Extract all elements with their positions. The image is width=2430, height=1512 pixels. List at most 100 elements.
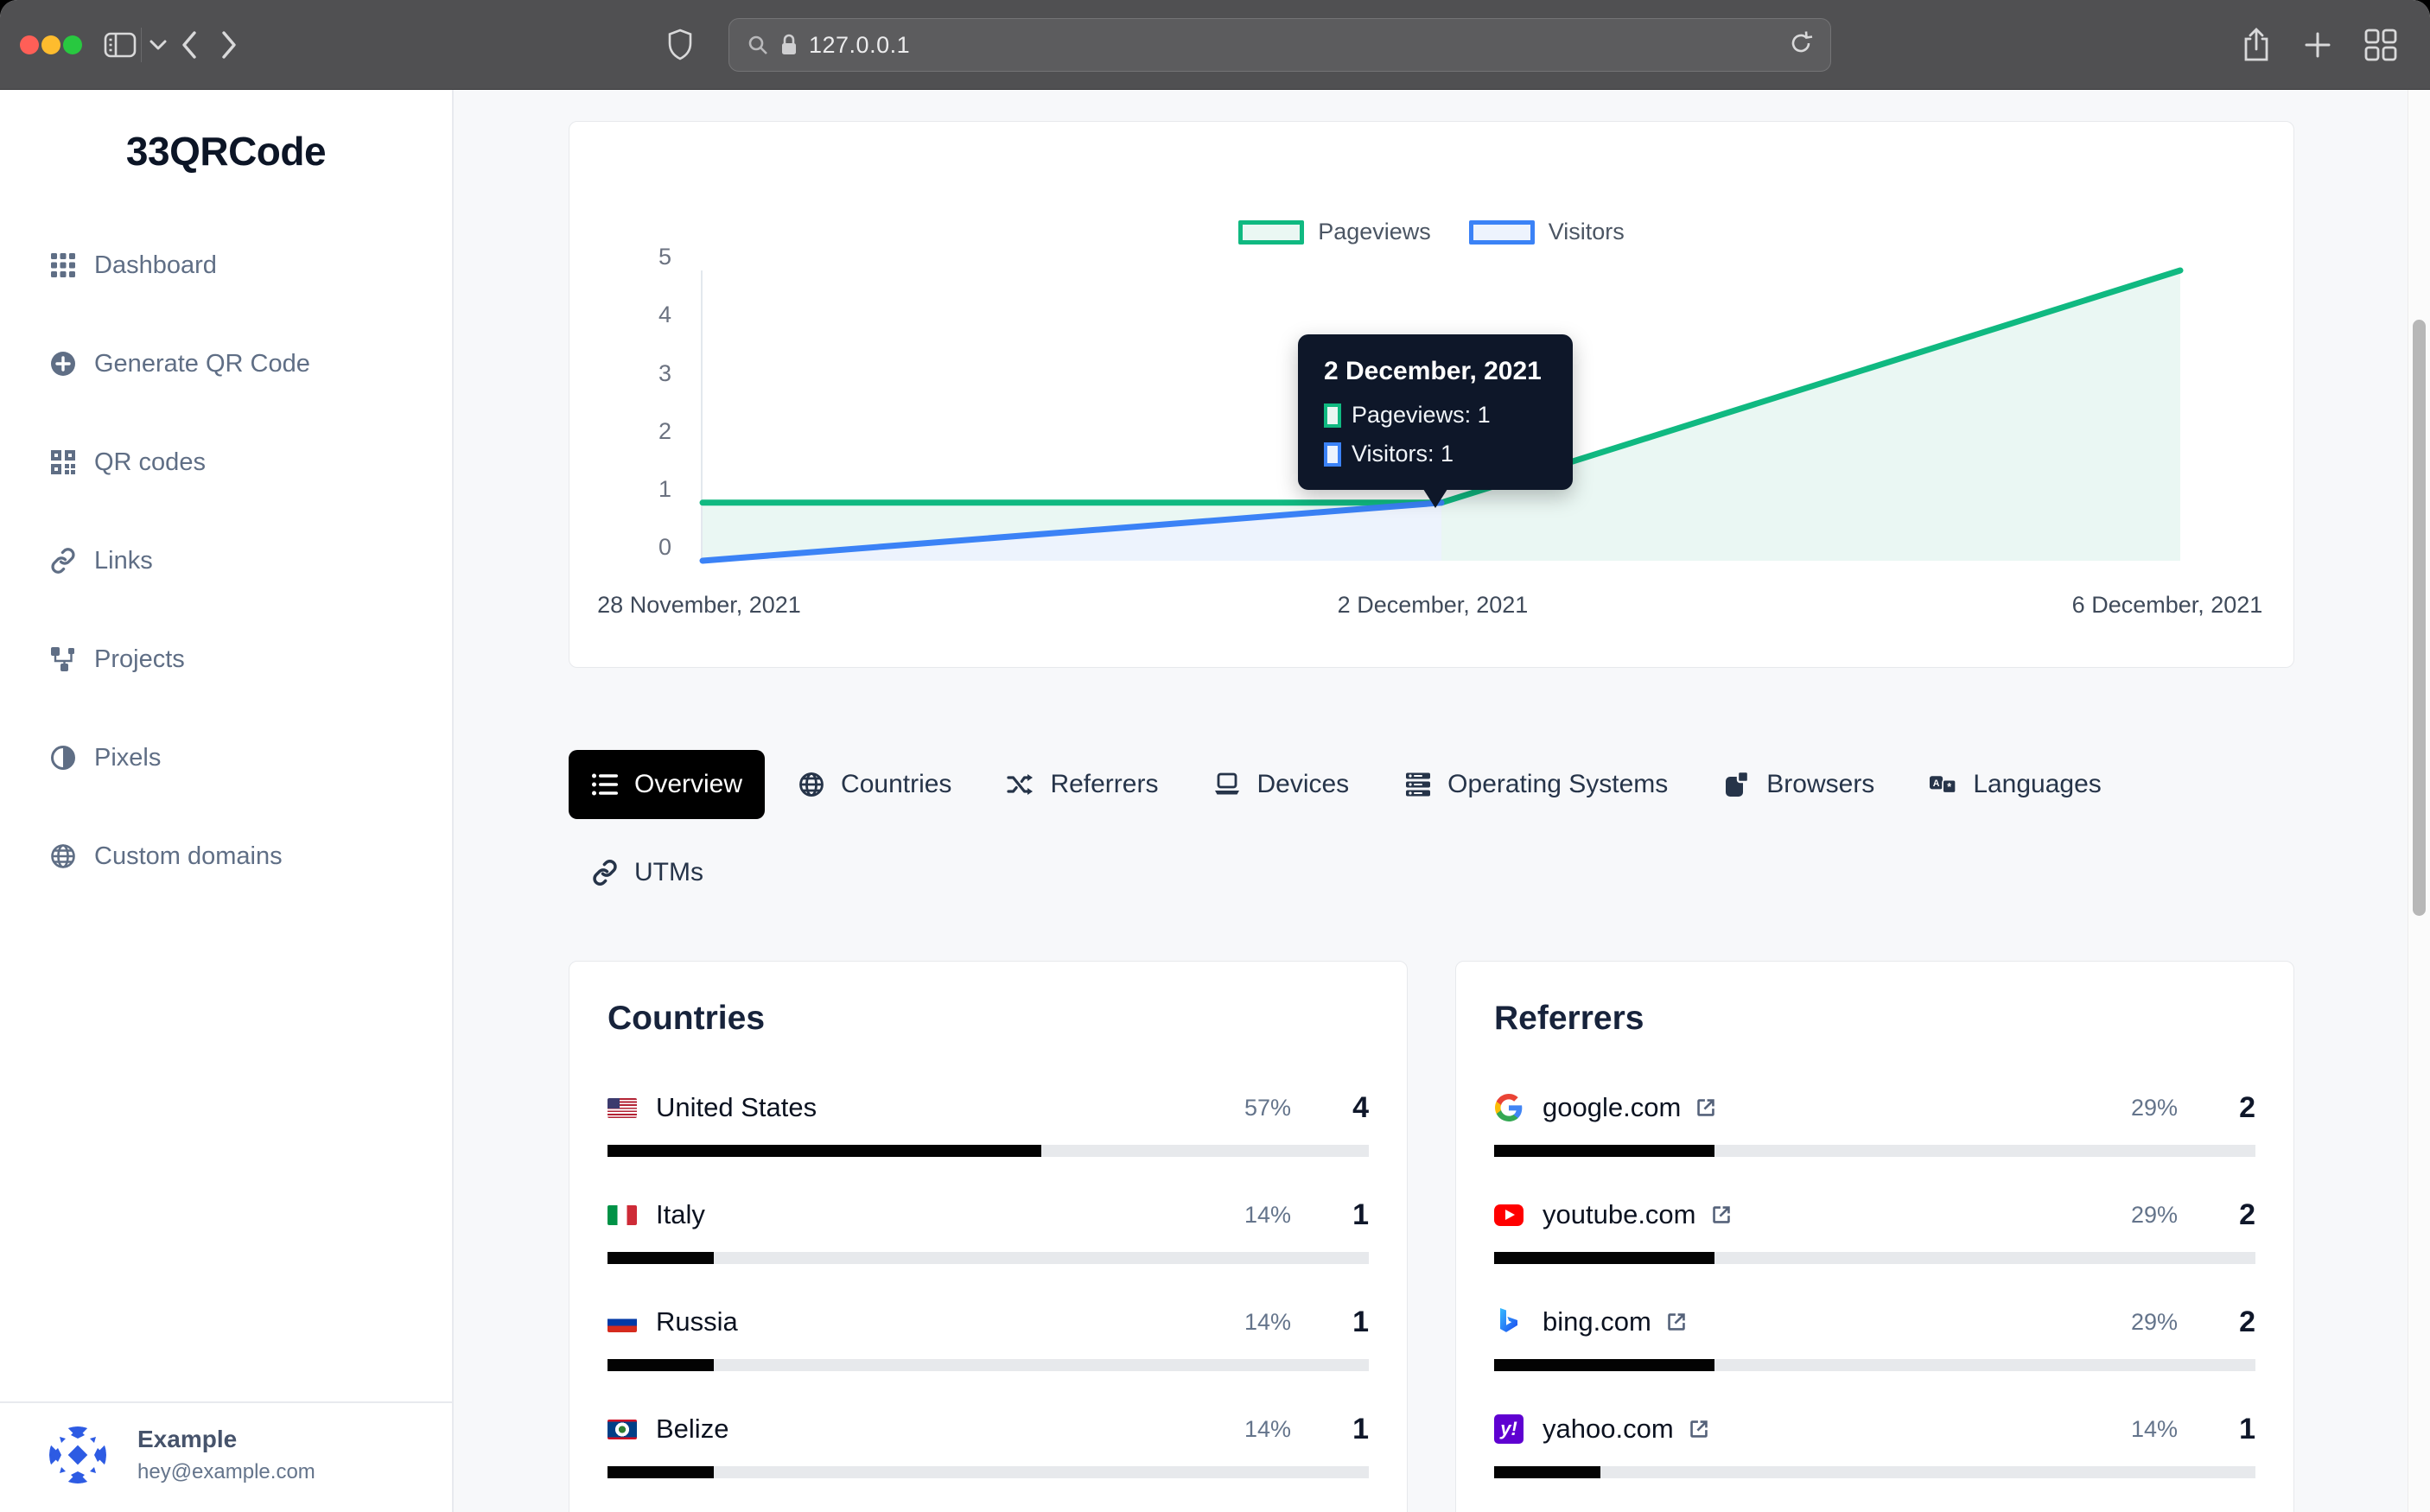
referrer-row: google.com 29% 2 xyxy=(1494,1088,2255,1157)
referrer-percent: 29% xyxy=(2131,1309,2178,1336)
sidebar-item-dashboard[interactable]: Dashboard xyxy=(0,216,452,314)
progress-fill xyxy=(608,1466,714,1478)
sidebar-item-label: Custom domains xyxy=(94,842,283,871)
minimize-window-button[interactable] xyxy=(41,35,60,54)
referrer-domain: bing.com xyxy=(1543,1306,1651,1337)
address-bar[interactable]: 127.0.0.1 xyxy=(728,18,1831,72)
referrer-row: bing.com 29% 2 xyxy=(1494,1302,2255,1371)
google-favicon xyxy=(1494,1093,1524,1122)
progress-bar xyxy=(1494,1252,2255,1264)
tab-label: Overview xyxy=(634,770,742,799)
y-axis-tick: 2 xyxy=(569,417,671,445)
referrer-count: 2 xyxy=(2212,1306,2255,1339)
pageviews-swatch xyxy=(1238,220,1304,245)
belize-flag xyxy=(608,1420,637,1439)
chevron-down-icon[interactable] xyxy=(149,0,168,90)
sidebar-item-generate-qr[interactable]: Generate QR Code xyxy=(0,314,452,413)
tab-operating-systems[interactable]: Operating Systems xyxy=(1382,750,1690,819)
url-text: 127.0.0.1 xyxy=(809,32,910,59)
link-icon xyxy=(591,859,619,886)
country-count: 4 xyxy=(1326,1091,1369,1125)
external-link-icon[interactable] xyxy=(1695,1096,1717,1119)
referrer-count: 2 xyxy=(2212,1198,2255,1232)
country-percent: 57% xyxy=(1244,1095,1291,1121)
tab-referrers[interactable]: Referrers xyxy=(984,750,1180,819)
close-window-button[interactable] xyxy=(20,35,39,54)
user-name: Example xyxy=(137,1426,315,1453)
external-link-icon[interactable] xyxy=(1665,1311,1688,1333)
youtube-favicon xyxy=(1494,1200,1524,1229)
progress-bar xyxy=(1494,1145,2255,1157)
sitemap-icon xyxy=(49,645,77,673)
country-name: Italy xyxy=(656,1199,705,1230)
tab-utms[interactable]: UTMs xyxy=(569,838,726,907)
tab-label: UTMs xyxy=(634,858,703,887)
browser-toolbar: 127.0.0.1 xyxy=(0,0,2430,90)
progress-fill xyxy=(1494,1252,1714,1264)
referrer-domain: google.com xyxy=(1543,1092,1681,1123)
progress-fill xyxy=(1494,1359,1714,1371)
visitors-swatch xyxy=(1469,220,1535,245)
dashboard-grid-icon xyxy=(49,251,77,279)
referrer-count: 1 xyxy=(2212,1413,2255,1446)
country-percent: 14% xyxy=(1244,1416,1291,1443)
tab-languages[interactable]: A * Languages xyxy=(1907,750,2123,819)
tab-label: Operating Systems xyxy=(1447,770,1668,799)
sidebar-item-qr-codes[interactable]: QR codes xyxy=(0,413,452,511)
sidebar-item-projects[interactable]: Projects xyxy=(0,610,452,708)
external-link-icon[interactable] xyxy=(1710,1204,1733,1226)
progress-bar xyxy=(608,1252,1369,1264)
progress-fill xyxy=(608,1145,1041,1157)
tab-overview-icon[interactable] xyxy=(2363,0,2399,90)
globe-icon xyxy=(798,771,825,798)
progress-bar xyxy=(608,1466,1369,1478)
app-logo: 33QRCode xyxy=(0,128,452,175)
sidebar-nav: Dashboard Generate QR Code QR codes xyxy=(0,216,452,905)
sidebar-item-pixels[interactable]: Pixels xyxy=(0,708,452,807)
translate-icon: A * xyxy=(1930,771,1957,798)
new-tab-icon[interactable] xyxy=(2302,0,2333,90)
back-icon[interactable] xyxy=(178,0,200,90)
country-row: Russia 14% 1 xyxy=(608,1302,1369,1371)
tab-label: Devices xyxy=(1256,770,1349,799)
y-axis-tick: 4 xyxy=(569,301,671,328)
sidebar-item-custom-domains[interactable]: Custom domains xyxy=(0,807,452,905)
referrer-percent: 29% xyxy=(2131,1202,2178,1229)
sidebar: 33QRCode Dashboard Generate QR Code xyxy=(0,90,454,1512)
tab-overview[interactable]: Overview xyxy=(569,750,765,819)
country-name: Belize xyxy=(656,1414,728,1445)
country-row: United States 57% 4 xyxy=(608,1088,1369,1157)
tooltip-date: 2 December, 2021 xyxy=(1324,357,1547,386)
country-name: United States xyxy=(656,1092,817,1123)
countries-card: Countries United States 57% 4 xyxy=(569,961,1408,1512)
shield-icon[interactable] xyxy=(667,0,693,90)
visitors-swatch xyxy=(1324,442,1341,467)
traffic-chart-card: Pageviews Visitors 0 1 2 3 4 5 28 Novemb… xyxy=(569,121,2294,668)
scrollbar-track[interactable] xyxy=(2408,90,2430,1512)
scrollbar-thumb[interactable] xyxy=(2413,320,2426,916)
user-menu[interactable]: Example hey@example.com xyxy=(0,1401,452,1484)
sidebar-toggle-icon[interactable] xyxy=(104,0,137,90)
x-axis-label: 28 November, 2021 xyxy=(597,592,801,619)
referrers-card: Referrers google.com xyxy=(1455,961,2294,1512)
legend-item-visitors[interactable]: Visitors xyxy=(1469,219,1625,245)
forward-icon[interactable] xyxy=(218,0,240,90)
card-title: Countries xyxy=(608,1000,1369,1038)
sidebar-item-links[interactable]: Links xyxy=(0,511,452,610)
zoom-window-button[interactable] xyxy=(63,35,82,54)
contrast-circle-icon xyxy=(49,744,77,772)
external-link-icon[interactable] xyxy=(1688,1418,1710,1440)
country-count: 1 xyxy=(1326,1198,1369,1232)
main-content: Pageviews Visitors 0 1 2 3 4 5 28 Novemb… xyxy=(454,90,2430,1512)
tab-browsers[interactable]: Browsers xyxy=(1701,750,1897,819)
referrer-domain: youtube.com xyxy=(1543,1199,1696,1230)
globe-icon xyxy=(49,842,77,870)
reload-icon[interactable] xyxy=(1789,30,1813,60)
tab-devices[interactable]: Devices xyxy=(1191,750,1371,819)
legend-item-pageviews[interactable]: Pageviews xyxy=(1238,219,1431,245)
x-axis-label: 6 December, 2021 xyxy=(2072,592,2263,619)
y-axis-tick: 3 xyxy=(569,359,671,387)
share-icon[interactable] xyxy=(2240,0,2273,90)
search-icon xyxy=(747,34,769,56)
tab-countries[interactable]: Countries xyxy=(775,750,974,819)
